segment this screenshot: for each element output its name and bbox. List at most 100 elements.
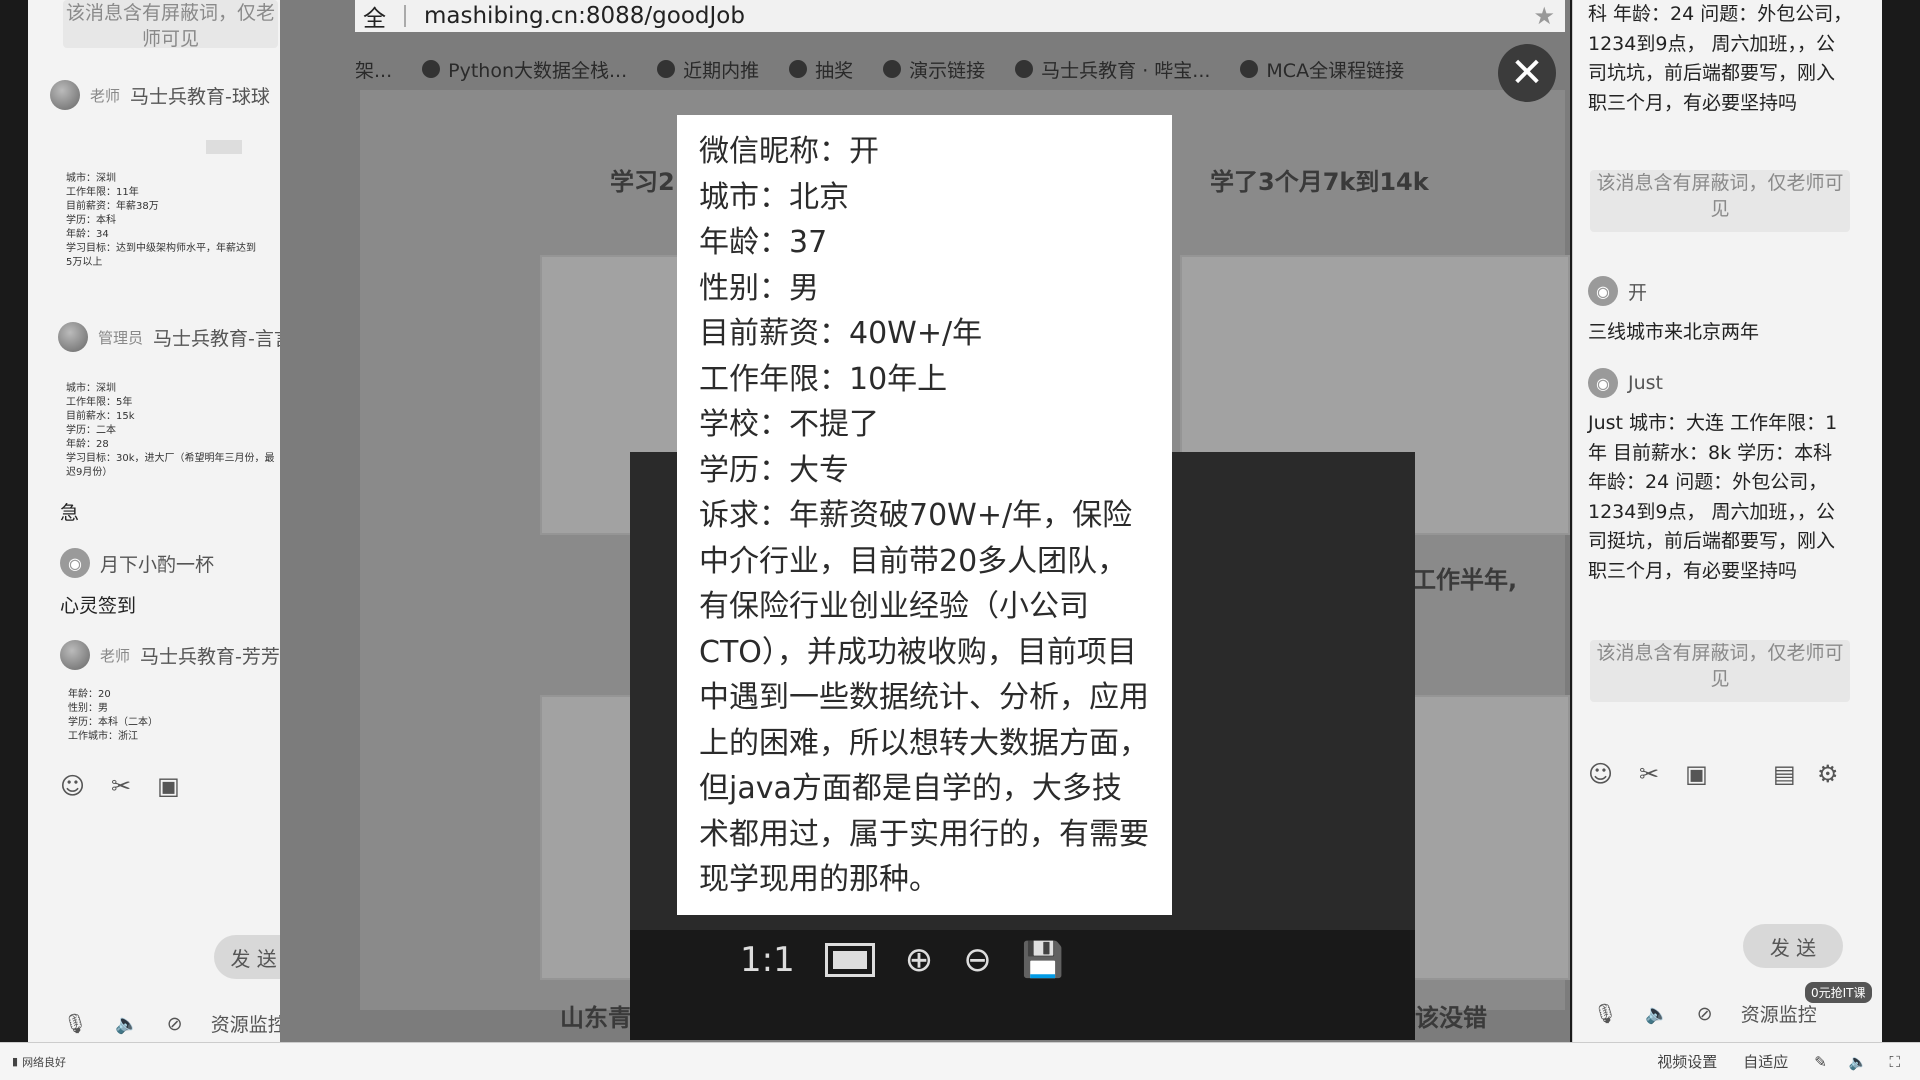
bookmark-item[interactable]: Python大数据全栈... bbox=[422, 56, 627, 83]
save-icon[interactable]: 💾 bbox=[1022, 940, 1064, 980]
message-icon[interactable]: ▤ bbox=[1773, 760, 1796, 788]
info-line: 学历：大专 bbox=[699, 452, 849, 488]
info-line: 年龄：28 bbox=[66, 439, 109, 450]
left-bottom-bar: 🎙 🔈 ⊘ 资源监控 bbox=[63, 1010, 287, 1037]
page-heading: 工作半年, bbox=[1412, 566, 1518, 594]
wechat-icon: ◉ bbox=[1588, 276, 1618, 306]
user-name: 开 bbox=[1628, 281, 1648, 304]
bookmark-label: 抽奖 bbox=[815, 59, 854, 82]
info-line: 城市：深圳 bbox=[66, 173, 116, 184]
resource-monitor-label[interactable]: 资源监控 bbox=[1741, 1000, 1817, 1027]
avatar[interactable] bbox=[50, 80, 80, 110]
info-line: 目前薪水：15k bbox=[66, 411, 135, 422]
divider bbox=[404, 5, 406, 27]
user-name: Just bbox=[1628, 372, 1663, 394]
chat-user-header: ◉ Just bbox=[1588, 368, 1663, 398]
bookmark-item[interactable]: 抽奖 bbox=[789, 56, 853, 83]
speaker-icon[interactable]: 🔈 bbox=[1645, 1002, 1669, 1025]
close-viewer-button[interactable]: ✕ bbox=[1498, 44, 1556, 102]
send-button[interactable]: 发 送 bbox=[1743, 924, 1843, 968]
scissors-icon[interactable]: ✂ bbox=[111, 772, 131, 800]
blocked-message: 该消息含有屏蔽词，仅老师可见 bbox=[1590, 640, 1850, 702]
resource-monitor-label[interactable]: 资源监控 bbox=[211, 1010, 287, 1037]
wechat-icon: ◉ bbox=[1588, 368, 1618, 398]
avatar[interactable] bbox=[60, 640, 90, 670]
settings-icon[interactable]: ⚙ bbox=[1817, 760, 1839, 788]
actual-size-button[interactable]: 1:1 bbox=[740, 940, 795, 980]
star-icon[interactable]: ★ bbox=[1533, 2, 1555, 30]
network-status: ▮ 网络良好 bbox=[12, 1054, 66, 1070]
page-heading: 山东青 bbox=[560, 1004, 632, 1032]
bookmark-item[interactable]: MCA全课程链接 bbox=[1240, 56, 1404, 83]
emoji-icon[interactable]: ☺ bbox=[60, 772, 85, 800]
scissors-icon[interactable]: ✂ bbox=[1639, 760, 1659, 788]
info-line: 工作年限：10年上 bbox=[699, 361, 948, 397]
bookmark-item[interactable]: 架... bbox=[355, 56, 392, 83]
user-role: 管理员 bbox=[98, 328, 144, 347]
image-icon[interactable]: ▣ bbox=[1685, 760, 1708, 788]
demand-text: 诉求：年薪资破70W+/年，保险中介行业，目前带20多人团队，有保险行业创业经验… bbox=[699, 498, 1149, 897]
signal-icon: ▮ bbox=[12, 1055, 19, 1068]
zoom-out-icon[interactable]: ⊖ bbox=[963, 940, 992, 980]
info-line: 目前薪资：40W+/年 bbox=[699, 316, 983, 351]
page-heading: 学习2 bbox=[610, 168, 675, 196]
page-heading: 学了3个月7k到14k bbox=[1210, 168, 1429, 196]
info-line: 学校：不提了 bbox=[699, 407, 879, 442]
user-name: 月下小酌一杯 bbox=[100, 553, 215, 576]
microphone-icon[interactable]: 🎙 bbox=[1593, 1002, 1617, 1025]
bookmarks-bar: 架... Python大数据全栈... 近期内推 抽奖 演示链接 马士兵教育 ·… bbox=[355, 48, 1495, 90]
globe-icon bbox=[789, 60, 808, 78]
right-chat-panel: 科 年龄：24 问题：外包公司，1234到9点， 周六加班，，公司坑坑，前后端都… bbox=[1572, 0, 1882, 1042]
info-line: 工作年限：11年 bbox=[66, 187, 139, 198]
image-thumbnail[interactable] bbox=[206, 140, 242, 154]
mute-icon[interactable]: ⊘ bbox=[167, 1013, 183, 1035]
info-line: 年龄：37 bbox=[699, 225, 828, 260]
globe-icon bbox=[883, 60, 902, 78]
bookmark-icon bbox=[1240, 60, 1259, 78]
chat-message-info: 年龄：20 性别：男 学历：本科（二本） 工作城市：浙江 bbox=[68, 688, 158, 744]
info-line: 学习目标：达到中级架构师水平，年薪达到 bbox=[66, 243, 256, 254]
zoom-in-icon[interactable]: ⊕ bbox=[905, 940, 934, 980]
mute-icon[interactable]: ⊘ bbox=[1697, 1003, 1713, 1025]
globe-icon bbox=[1015, 60, 1034, 78]
info-line: 迟9月份） bbox=[66, 467, 113, 478]
bookmark-item[interactable]: 马士兵教育 · 哔宝... bbox=[1015, 56, 1210, 83]
emoji-icon[interactable]: ☺ bbox=[1588, 760, 1613, 788]
user-role: 老师 bbox=[100, 646, 131, 665]
url-text[interactable]: mashibing.cn:8088/goodJob bbox=[424, 3, 745, 29]
network-label: 网络良好 bbox=[22, 1055, 67, 1069]
fullscreen-icon[interactable]: ⛶ bbox=[1889, 1053, 1900, 1071]
bookmark-label: 演示链接 bbox=[909, 59, 986, 82]
info-line: 性别：男 bbox=[699, 270, 819, 306]
avatar[interactable] bbox=[58, 322, 88, 352]
image-icon[interactable]: ▣ bbox=[157, 772, 180, 800]
info-line: 性别：男 bbox=[68, 703, 108, 714]
fit-screen-icon[interactable] bbox=[824, 943, 875, 977]
status-bar: ▮ 网络良好 视频设置 自适应 ✎ 🔈 ⛶ bbox=[0, 1042, 1920, 1080]
bookmark-label: Python大数据全栈... bbox=[448, 59, 628, 82]
bookmark-item[interactable]: 演示链接 bbox=[883, 56, 985, 83]
info-line: 微信昵称：开 bbox=[699, 134, 879, 169]
speaker-icon[interactable]: 🔈 bbox=[115, 1012, 139, 1035]
page-heading: 该没错 bbox=[1415, 1004, 1487, 1032]
chat-message: Just 城市：大连 工作年限：1年 目前薪水：8k 学历：本科 年龄：24 问… bbox=[1588, 412, 1838, 582]
info-line: 5万以上 bbox=[66, 257, 103, 268]
student-info-card: 微信昵称：开 城市：北京 年龄：37 性别：男 目前薪资：40W+/年 工作年限… bbox=[677, 115, 1172, 915]
bookmark-label: MCA全课程链接 bbox=[1266, 59, 1405, 82]
bookmark-label: 近期内推 bbox=[683, 59, 760, 82]
microphone-icon[interactable]: 🎙 bbox=[63, 1012, 87, 1035]
bookmark-item[interactable]: 近期内推 bbox=[657, 56, 759, 83]
shield-icon bbox=[422, 60, 441, 78]
brush-icon[interactable]: ✎ bbox=[1814, 1053, 1827, 1071]
volume-icon[interactable]: 🔈 bbox=[1849, 1053, 1868, 1071]
adaptive-button[interactable]: 自适应 bbox=[1743, 1051, 1788, 1072]
info-line: 工作年限：5年 bbox=[66, 397, 133, 408]
chat-message-info: 城市：深圳 工作年限：11年 目前薪资：年薪38万 学历：本科 年龄：34 学习… bbox=[66, 172, 256, 270]
send-label: 发 送 bbox=[230, 946, 277, 971]
address-bar[interactable]: 全 mashibing.cn:8088/goodJob ★ bbox=[355, 0, 1565, 32]
address-prefix: 全 bbox=[363, 6, 386, 32]
info-line: 年龄：34 bbox=[66, 229, 109, 240]
screen: 该消息含有屏蔽词，仅老师可见 老师 马士兵教育-球球 城市：深圳 工作年限：11… bbox=[0, 0, 1920, 1080]
video-settings-button[interactable]: 视频设置 bbox=[1657, 1051, 1717, 1072]
wechat-icon: ◉ bbox=[60, 548, 90, 578]
